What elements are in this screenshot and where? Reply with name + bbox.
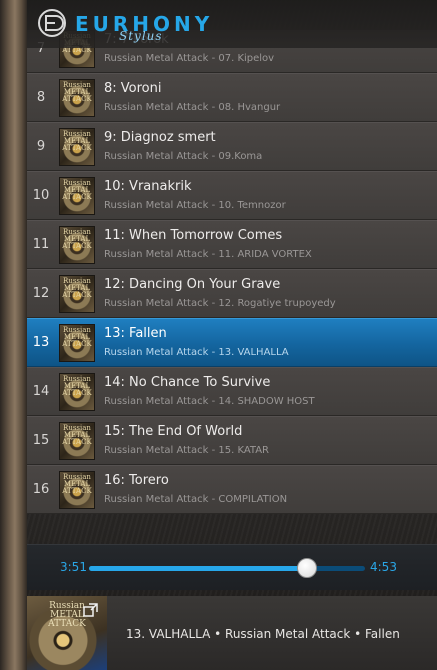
track-album-thumbnail: Russian METAL ATTACK <box>59 324 95 362</box>
track-album-thumbnail: Russian METAL ATTACK <box>59 79 95 117</box>
seek-bar[interactable] <box>89 558 365 578</box>
track-album-thumbnail: Russian METAL ATTACK <box>59 422 95 460</box>
track-title: 12: Dancing On Your Grave <box>104 277 281 292</box>
expand-icon[interactable] <box>83 602 99 618</box>
track-row[interactable]: 11 Russian METAL ATTACK 11: When Tomorrow … <box>27 220 437 269</box>
track-title: 15: The End Of World <box>104 424 243 439</box>
track-row[interactable]: 8 Russian METAL ATTACK 8: Voroni Russian Me… <box>27 73 437 122</box>
logo-subtext: Stylus <box>119 29 163 43</box>
track-row[interactable]: 14 Russian METAL ATTACK 14: No Chance To S… <box>27 367 437 416</box>
now-playing-info: 13. VALHALLA • Russian Metal Attack • Fa… <box>126 627 400 641</box>
current-time: 3:51 <box>60 560 87 574</box>
track-number: 9 <box>36 139 46 154</box>
seek-bar-fill <box>89 566 308 571</box>
logo-icon <box>38 9 66 37</box>
thumbnail-text: Russian METAL ATTACK <box>62 228 92 250</box>
track-title: 10: Vranakrik <box>104 179 192 194</box>
now-playing-bar[interactable]: Russian METAL ATTACK 13. VALHALLA • Russ… <box>27 596 437 670</box>
track-row[interactable]: 16 Russian METAL ATTACK 16: Torero Russian … <box>27 465 437 514</box>
track-number: 8 <box>36 90 46 105</box>
track-subtitle: Russian Metal Attack - COMPILATION <box>104 494 288 505</box>
thumbnail-text: Russian METAL ATTACK <box>62 81 92 103</box>
logo: EURHONY Stylus <box>37 8 209 43</box>
track-album-thumbnail: Russian METAL ATTACK <box>59 226 95 264</box>
track-subtitle: Russian Metal Attack - 13. VALHALLA <box>104 347 289 358</box>
track-number: 14 <box>32 384 50 399</box>
thumbnail-text: Russian METAL ATTACK <box>62 277 92 299</box>
wood-side-panel <box>0 0 27 670</box>
track-subtitle: Russian Metal Attack - 11. ARIDA VORTEX <box>104 249 312 260</box>
track-subtitle: Russian Metal Attack - 15. KATAR <box>104 445 270 456</box>
track-subtitle: Russian Metal Attack - 09.Koma <box>104 151 263 162</box>
thumbnail-text: Russian METAL ATTACK <box>62 130 92 152</box>
now-playing-album-art[interactable]: Russian METAL ATTACK <box>27 596 107 670</box>
track-number: 15 <box>32 433 50 448</box>
track-subtitle: Russian Metal Attack - 10. Temnozor <box>104 200 286 211</box>
track-row[interactable]: 9 Russian METAL ATTACK 9: Diagnoz smert Rus… <box>27 122 437 171</box>
track-list[interactable]: 7Russian METAL ATTACK7: 7 ForokRussian M… <box>27 30 437 520</box>
thumbnail-text: Russian METAL ATTACK <box>62 326 92 348</box>
track-album-thumbnail: Russian METAL ATTACK <box>59 373 95 411</box>
track-number: 12 <box>32 286 50 301</box>
track-subtitle: Russian Metal Attack - 12. Rogatiye trup… <box>104 298 336 309</box>
track-row[interactable]: 13 Russian METAL ATTACK 13: Fallen Russian … <box>27 318 437 367</box>
track-number: 10 <box>32 188 50 203</box>
thumbnail-text: Russian METAL ATTACK <box>62 473 92 495</box>
thumbnail-text: Russian METAL ATTACK <box>62 424 92 446</box>
track-title: 13: Fallen <box>104 326 167 341</box>
track-number: 16 <box>32 482 50 497</box>
track-subtitle: Russian Metal Attack - 08. Hvangur <box>104 102 281 113</box>
track-number: 13 <box>32 335 50 350</box>
track-subtitle: Russian Metal Attack - 07. Kipelov <box>104 53 275 64</box>
track-row[interactable]: 10 Russian METAL ATTACK 10: Vranakrik Russi… <box>27 171 437 220</box>
track-number: 11 <box>32 237 50 252</box>
track-album-thumbnail: Russian METAL ATTACK <box>59 275 95 313</box>
track-album-thumbnail: Russian METAL ATTACK <box>59 471 95 509</box>
track-subtitle: Russian Metal Attack - 14. SHADOW HOST <box>104 396 315 407</box>
track-title: 9: Diagnoz smert <box>104 130 216 145</box>
track-album-thumbnail: Russian METAL ATTACK <box>59 128 95 166</box>
seek-bar-handle[interactable] <box>297 558 318 578</box>
total-time: 4:53 <box>370 560 397 574</box>
track-row[interactable]: 15 Russian METAL ATTACK 15: The End Of Wor… <box>27 416 437 465</box>
track-title: 14: No Chance To Survive <box>104 375 271 390</box>
track-row[interactable]: 12 Russian METAL ATTACK 12: Dancing On You… <box>27 269 437 318</box>
track-album-thumbnail: Russian METAL ATTACK <box>59 177 95 215</box>
thumbnail-text: Russian METAL ATTACK <box>62 375 92 397</box>
progress-panel: 3:51 4:53 <box>27 544 437 590</box>
track-title: 8: Voroni <box>104 81 162 96</box>
track-title: 11: When Tomorrow Comes <box>104 228 283 243</box>
app-header: EURHONY Stylus <box>27 0 437 48</box>
thumbnail-text: Russian METAL ATTACK <box>62 179 92 201</box>
track-title: 16: Torero <box>104 473 169 488</box>
